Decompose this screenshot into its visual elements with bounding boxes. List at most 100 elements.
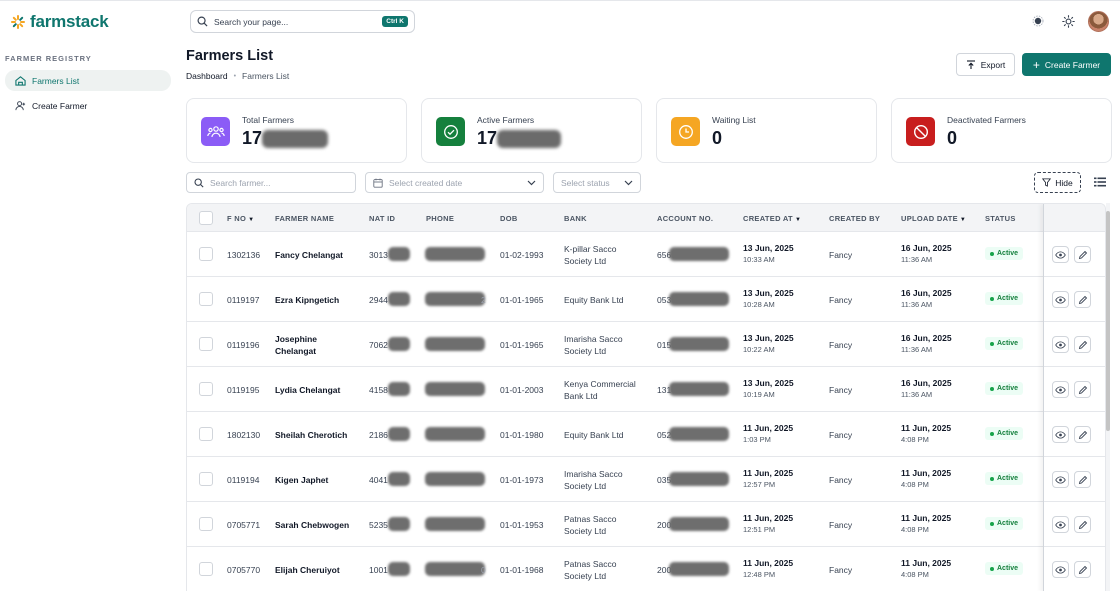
cell-created-at: 13 Jun, 2025 10:33 AM [743,243,794,264]
avatar[interactable] [1088,11,1109,32]
status-badge: Active [985,472,1024,485]
pencil-icon [1078,385,1087,394]
redacted-block [262,130,329,149]
edit-button[interactable] [1074,561,1091,578]
table-row[interactable]: 0119194 Kigen Japhet 4041 01-01-1973 Imarish… [187,457,1105,502]
cell-nat-id: 5235 [369,520,388,530]
row-checkbox[interactable] [199,382,213,396]
view-button[interactable] [1052,381,1069,398]
export-button[interactable]: Export [956,53,1015,76]
cell-dob: 01-01-1968 [500,565,544,575]
cell-fno: 1802130 [227,430,261,440]
view-button[interactable] [1052,471,1069,488]
row-checkbox[interactable] [199,337,213,351]
row-checkbox[interactable] [199,292,213,306]
column-view-icon[interactable] [1092,175,1108,189]
edit-button[interactable] [1074,291,1091,308]
cell-farmer-name: Elijah Cheruiyot [275,565,340,575]
view-button[interactable] [1052,246,1069,263]
pencil-icon [1078,520,1087,529]
export-label: Export [980,59,1006,70]
cell-created-at: 13 Jun, 2025 10:19 AM [743,378,794,399]
view-button[interactable] [1052,426,1069,443]
edit-button[interactable] [1074,516,1091,533]
row-checkbox[interactable] [199,517,213,531]
farmer-search-filter[interactable]: Search farmer... [186,172,356,193]
view-button[interactable] [1052,516,1069,533]
column-header-created-at[interactable]: CREATED AT ▼ [743,214,801,223]
page-search[interactable]: Search your page... Ctrl K [190,10,415,33]
chevron-down-icon [624,180,633,185]
eye-icon [1055,430,1066,439]
column-header-bank: BANK [564,214,587,223]
cell-created-at: 11 Jun, 2025 12:48 PM [743,558,794,579]
sprout-icon [10,14,26,30]
table-row[interactable]: 0119195 Lydia Chelangat 4158 01-01-2003 Keny… [187,367,1105,412]
eye-icon [1055,385,1066,394]
table-row[interactable]: 0705771 Sarah Chebwogen 5235 01-01-1953 Patn… [187,502,1105,547]
view-button[interactable] [1052,561,1069,578]
farmers-table: F NO ▼ FARMER NAME NAT ID PHONE DOB BANK … [186,203,1106,591]
redacted-account [669,382,729,396]
redacted-account [669,337,729,351]
cell-created-by: Fancy [829,520,853,530]
table-row[interactable]: 0705770 Elijah Cheruiyot 1001 0 01-01-1968 Pa… [187,547,1105,591]
farmer-search-input[interactable]: Search farmer... [210,178,270,188]
pencil-icon [1078,340,1087,349]
page-title: Farmers List [186,48,274,64]
brand-logo[interactable]: farmstack [10,12,109,32]
sidebar-section-title: FARMER REGISTRY [5,54,92,63]
create-farmer-button[interactable]: + Create Farmer [1022,53,1111,76]
column-header-dob: DOB [500,214,518,223]
search-input[interactable]: Search your page... [214,17,288,27]
eye-icon [1055,340,1066,349]
redacted-phone [425,517,485,531]
table-row[interactable]: 1302136 Fancy Chelangat 3013 01-02-1993 K-pi… [187,232,1105,277]
sidebar-item-label: Create Farmer [32,100,88,111]
eye-icon [1055,565,1066,574]
stat-label: Waiting List [712,115,756,125]
cell-upload-date: 16 Jun, 2025 11:36 AM [901,288,952,309]
row-checkbox[interactable] [199,472,213,486]
table-row[interactable]: 0119197 Ezra Kipngetich 2944 2 01-01-1965 Equ… [187,277,1105,322]
table-scrollbar[interactable] [1106,203,1110,591]
row-checkbox[interactable] [199,427,213,441]
redacted-nat-id [388,427,410,441]
status-filter[interactable]: Select status [553,172,641,193]
edit-button[interactable] [1074,381,1091,398]
table-row[interactable]: 0119196 Josephine Chelangat 7062 01-01-1965 I… [187,322,1105,367]
cell-nat-id: 7062 [369,340,388,350]
pencil-icon [1078,565,1087,574]
select-all-checkbox[interactable] [199,211,213,225]
settings-icon[interactable] [1031,14,1045,28]
table-row[interactable]: 1802130 Sheilah Cherotich 2186 01-01-1980 Eq… [187,412,1105,457]
view-button[interactable] [1052,336,1069,353]
created-date-filter[interactable]: Select created date [365,172,544,193]
scrollbar-thumb[interactable] [1106,211,1110,431]
sun-icon[interactable] [1061,14,1075,28]
row-checkbox[interactable] [199,247,213,261]
cell-upload-date: 16 Jun, 2025 11:36 AM [901,243,952,264]
cell-created-by: Fancy [829,295,853,305]
view-button[interactable] [1052,291,1069,308]
cell-created-by: Fancy [829,430,853,440]
cell-upload-date: 11 Jun, 2025 4:08 PM [901,423,952,444]
edit-button[interactable] [1074,336,1091,353]
redacted-nat-id [388,562,410,576]
hide-columns-button[interactable]: Hide [1034,172,1081,193]
column-header-fno[interactable]: F NO ▼ [227,214,254,223]
cell-nat-id: 2186 [369,430,388,440]
sidebar-item-farmers-list[interactable]: Farmers List [5,70,171,91]
cell-dob: 01-02-1993 [500,250,544,260]
calendar-icon [373,178,383,188]
sidebar-item-create-farmer[interactable]: Create Farmer [5,95,171,116]
breadcrumb-dashboard[interactable]: Dashboard [186,71,228,81]
column-header-upload-date[interactable]: UPLOAD DATE ▼ [901,214,966,223]
edit-button[interactable] [1074,426,1091,443]
cell-phone: 0 [481,565,486,575]
row-checkbox[interactable] [199,562,213,576]
cell-farmer-name: Fancy Chelangat [275,250,344,260]
edit-button[interactable] [1074,471,1091,488]
create-label: Create Farmer [1044,59,1101,70]
edit-button[interactable] [1074,246,1091,263]
